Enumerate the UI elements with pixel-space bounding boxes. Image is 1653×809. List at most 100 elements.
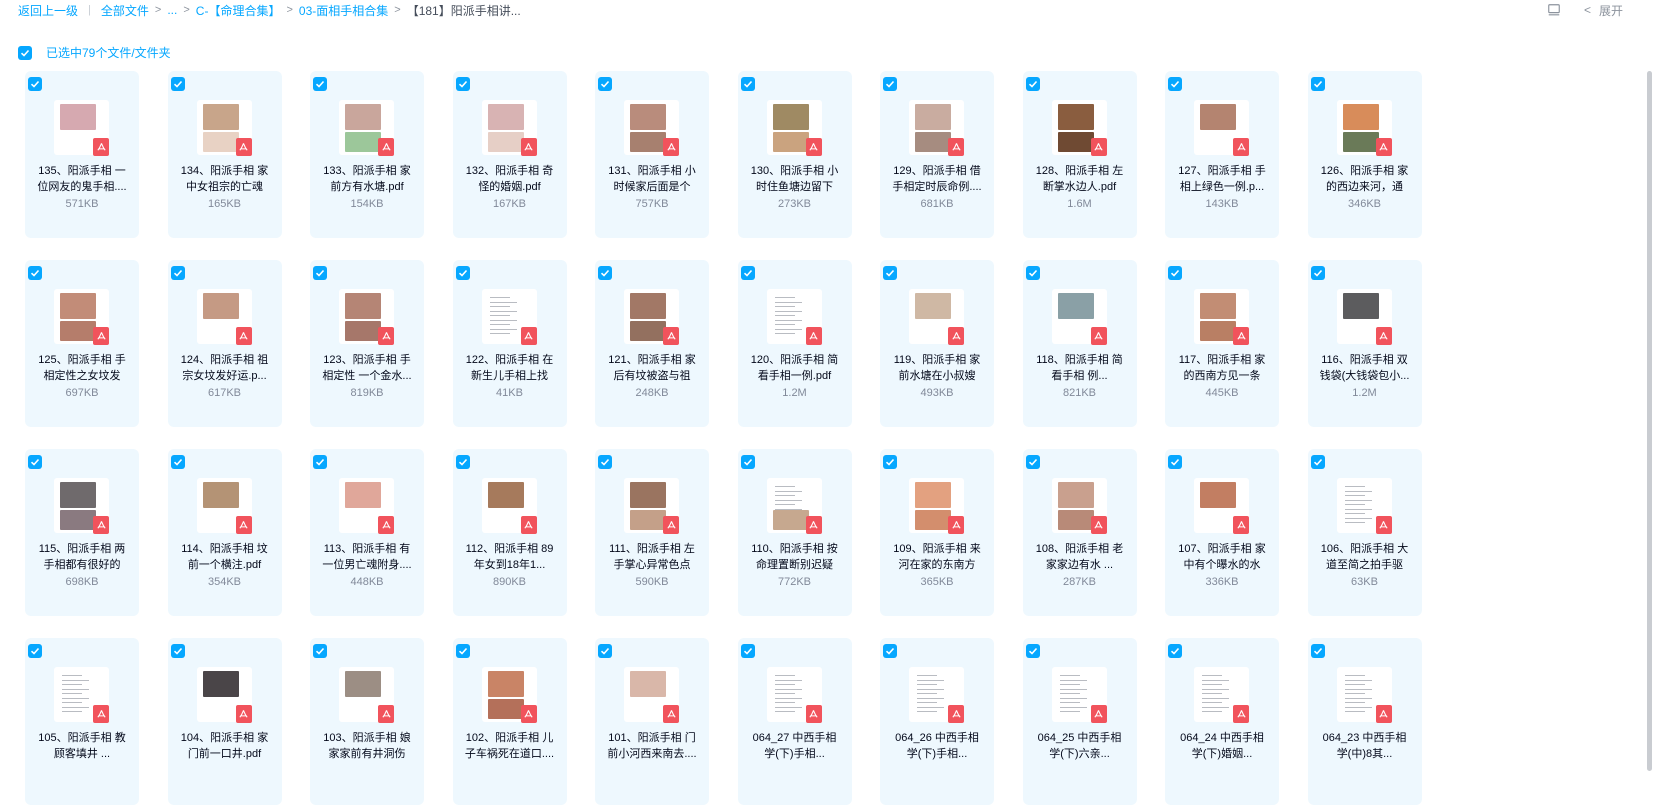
file-card[interactable]: 064_25 中西手相学(下)六亲... — [1022, 638, 1137, 805]
pdf-icon — [520, 327, 537, 345]
file-checkbox[interactable] — [455, 77, 470, 91]
file-name: 112、阳派手相 89年女到18年1... — [465, 543, 554, 571]
file-card[interactable]: 133、阳派手相 家前方有水塘.pdf 154KB — [310, 71, 424, 238]
file-checkbox[interactable] — [740, 266, 755, 280]
file-card[interactable]: 115、阳派手相 两手相都有很好的 698KB — [25, 449, 139, 616]
file-checkbox[interactable] — [740, 455, 755, 469]
file-card[interactable]: 113、阳派手相 有一位男亡魂附身.... 448KB — [310, 449, 424, 616]
file-card[interactable]: 114、阳派手相 坟前一个横注.pdf 354KB — [167, 449, 282, 616]
breadcrumb-folder-mingli[interactable]: C-【命理合集】 — [196, 2, 281, 19]
file-checkbox[interactable] — [1025, 266, 1040, 280]
file-card[interactable]: 101、阳派手相 门前小河西来南去.... — [595, 638, 709, 805]
file-checkbox[interactable] — [598, 455, 612, 469]
file-checkbox[interactable] — [1168, 77, 1182, 91]
file-card[interactable]: 103、阳派手相 娘家家前有井洞伤 — [310, 638, 424, 805]
file-checkbox[interactable] — [455, 266, 470, 280]
breadcrumb-all-files[interactable]: 全部文件 — [101, 2, 149, 19]
file-checkbox[interactable] — [1168, 455, 1182, 469]
file-checkbox[interactable] — [1310, 77, 1325, 91]
file-checkbox[interactable] — [1310, 455, 1325, 469]
file-card[interactable]: 064_23 中西手相学(中)8其... — [1307, 638, 1422, 805]
file-checkbox[interactable] — [455, 455, 470, 469]
file-card[interactable]: 108、阳派手相 老家家边有水 ... 287KB — [1022, 449, 1137, 616]
file-card[interactable]: 064_24 中西手相学(下)婚姻... — [1165, 638, 1279, 805]
file-checkbox[interactable] — [883, 77, 897, 91]
file-card[interactable]: 131、阳派手相 小时候家后面是个 757KB — [595, 71, 709, 238]
file-checkbox[interactable] — [1310, 644, 1325, 658]
file-size: 1.6M — [1067, 198, 1092, 210]
file-card[interactable]: 128、阳派手相 左断掌水边人.pdf 1.6M — [1022, 71, 1137, 238]
file-card[interactable]: 124、阳派手相 祖宗女坟发好运.p... 617KB — [167, 260, 282, 427]
file-checkbox[interactable] — [883, 266, 897, 280]
expand-button[interactable]: < 展开 — [1584, 2, 1623, 19]
file-checkbox[interactable] — [598, 77, 612, 91]
file-card[interactable]: 109、阳派手相 来河在家的东南方 365KB — [880, 449, 994, 616]
file-checkbox[interactable] — [455, 644, 470, 658]
file-card[interactable]: 125、阳派手相 手相定性之女坟发 697KB — [25, 260, 139, 427]
file-card[interactable]: 112、阳派手相 89年女到18年1... 890KB — [452, 449, 567, 616]
file-card[interactable]: 119、阳派手相 家前水塘在小叔嫂 493KB — [880, 260, 994, 427]
file-checkbox[interactable] — [598, 644, 612, 658]
file-checkbox[interactable] — [28, 77, 42, 91]
file-card[interactable]: 110、阳派手相 按命理置断别迟疑 772KB — [737, 449, 852, 616]
file-checkbox[interactable] — [1025, 77, 1040, 91]
file-checkbox[interactable] — [170, 455, 185, 469]
file-checkbox[interactable] — [1168, 266, 1182, 280]
file-card[interactable]: 116、阳派手相 双钱袋(大钱袋包小... 1.2M — [1307, 260, 1422, 427]
file-checkbox[interactable] — [883, 455, 897, 469]
file-card[interactable]: 111、阳派手相 左手掌心异常色点 590KB — [595, 449, 709, 616]
file-checkbox[interactable] — [1310, 266, 1325, 280]
file-checkbox[interactable] — [28, 455, 42, 469]
file-name: 109、阳派手相 来河在家的东南方 — [893, 543, 981, 571]
pdf-icon — [805, 327, 822, 345]
file-card[interactable]: 129、阳派手相 借手相定时辰命例.... 681KB — [880, 71, 994, 238]
back-link[interactable]: 返回上一级 — [18, 2, 78, 19]
file-checkbox[interactable] — [170, 77, 185, 91]
file-checkbox[interactable] — [740, 77, 755, 91]
file-card[interactable]: 107、阳派手相 家中有个曝水的水 336KB — [1165, 449, 1279, 616]
file-card[interactable]: 121、阳派手相 家后有坟被盗与祖 248KB — [595, 260, 709, 427]
file-checkbox[interactable] — [313, 455, 327, 469]
file-size: 617KB — [207, 387, 242, 399]
file-checkbox[interactable] — [170, 644, 185, 658]
file-card[interactable]: 134、阳派手相 家中女祖宗的亡魂 165KB — [167, 71, 282, 238]
file-checkbox[interactable] — [313, 266, 327, 280]
file-size: 354KB — [207, 576, 242, 588]
file-card[interactable]: 135、阳派手相 一位网友的鬼手相.... 571KB — [25, 71, 139, 238]
file-checkbox[interactable] — [170, 266, 185, 280]
file-name: 116、阳派手相 双钱袋(大钱袋包小... — [1319, 354, 1410, 382]
file-card[interactable]: 104、阳派手相 家门前一口井.pdf — [167, 638, 282, 805]
file-card[interactable]: 105、阳派手相 教顾客填井 ... — [25, 638, 139, 805]
file-checkbox[interactable] — [28, 266, 42, 280]
pdf-icon — [235, 327, 252, 345]
file-checkbox[interactable] — [740, 644, 755, 658]
file-checkbox[interactable] — [1025, 455, 1040, 469]
file-card[interactable]: 102、阳派手相 儿子车祸死在道口.... — [452, 638, 567, 805]
file-checkbox[interactable] — [1168, 644, 1182, 658]
file-card[interactable]: 122、阳派手相 在新生儿手相上找 41KB — [452, 260, 567, 427]
file-card[interactable]: 106、阳派手相 大道至简之拍手驱 63KB — [1307, 449, 1422, 616]
file-card[interactable]: 123、阳派手相 手相定性 一个金水... 819KB — [310, 260, 424, 427]
select-all-checkbox[interactable] — [18, 45, 32, 60]
file-card[interactable]: 126、阳派手相 家的西边来河，通 346KB — [1307, 71, 1422, 238]
breadcrumb-ellipsis[interactable]: ... — [167, 3, 177, 17]
file-checkbox[interactable] — [313, 77, 327, 91]
file-card[interactable]: 064_27 中西手相学(下)手相... — [737, 638, 852, 805]
scrollbar[interactable] — [1647, 71, 1652, 771]
file-checkbox[interactable] — [313, 644, 327, 658]
file-card[interactable]: 130、阳派手相 小时住鱼塘边留下 273KB — [737, 71, 852, 238]
list-view-icon[interactable] — [1546, 2, 1562, 18]
file-checkbox[interactable] — [883, 644, 897, 658]
file-card[interactable]: 120、阳派手相 简看手相一例.pdf 1.2M — [737, 260, 852, 427]
file-card[interactable]: 132、阳派手相 奇怪的婚姻.pdf 167KB — [452, 71, 567, 238]
file-card[interactable]: 127、阳派手相 手相上绿色一例.p... 143KB — [1165, 71, 1279, 238]
file-checkbox[interactable] — [598, 266, 612, 280]
file-card[interactable]: 064_26 中西手相学(下)手相... — [880, 638, 994, 805]
breadcrumb-folder-mianxiang[interactable]: 03-面相手相合集 — [299, 2, 388, 19]
file-card[interactable]: 117、阳派手相 家的西南方见一条 445KB — [1165, 260, 1279, 427]
file-card[interactable]: 118、阳派手相 简看手相 例... 821KB — [1022, 260, 1137, 427]
chevron-right-icon: > — [183, 4, 190, 16]
file-checkbox[interactable] — [1025, 644, 1040, 658]
file-name: 103、阳派手相 娘家家前有井洞伤 — [323, 732, 411, 760]
file-checkbox[interactable] — [28, 644, 42, 658]
